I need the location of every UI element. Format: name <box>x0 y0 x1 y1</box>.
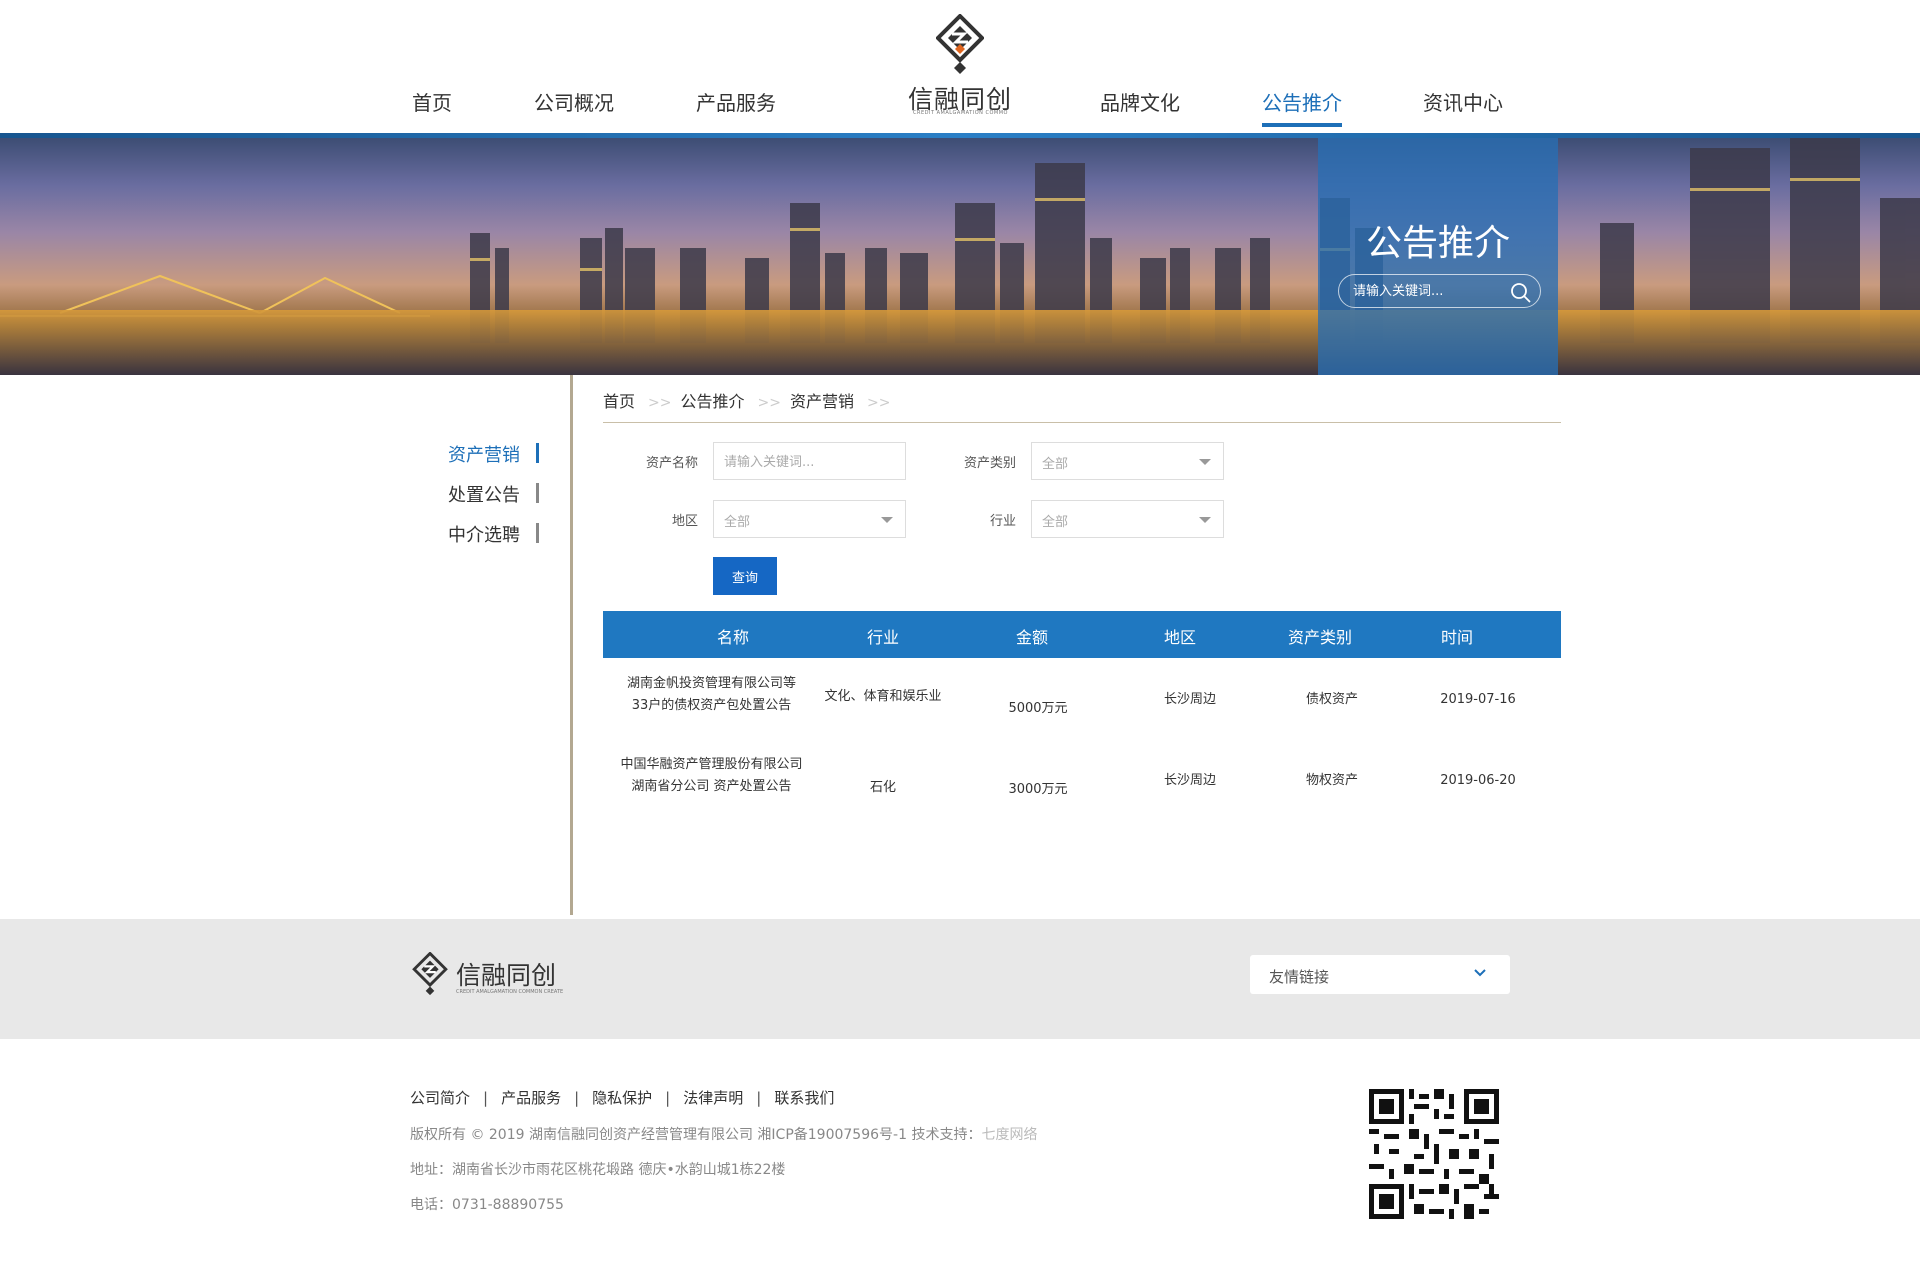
footer-link-legal[interactable]: 法律声明 <box>683 1089 743 1107</box>
chevron-right-icon: >> <box>866 395 891 411</box>
nav-news-center[interactable]: 资讯中心 <box>1423 87 1503 127</box>
phone-text: 电话：0731-88890755 <box>410 1197 564 1213</box>
footer-logo-text: 信融同创 <box>456 961 557 990</box>
row-name-link[interactable]: 湖南金帆投资管理有限公司等33户的债权资产包处置公告 <box>620 673 803 717</box>
chevron-down-icon <box>1474 969 1486 977</box>
footer-links: 公司简介 | 产品服务 | 隐私保护 | 法律声明 | 联系我们 <box>410 1089 835 1107</box>
caret-down-icon <box>881 517 893 523</box>
row-region: 长沙周边 <box>1163 692 1216 707</box>
nav-brand-culture[interactable]: 品牌文化 <box>1100 87 1180 127</box>
breadcrumb-divider <box>603 422 1561 423</box>
nav-announcements[interactable]: 公告推介 <box>1262 87 1342 127</box>
row-name-link[interactable]: 中国华融资产管理股份有限公司湖南省分公司 资产处置公告 <box>620 754 803 798</box>
column-header-asset-type: 资产类别 <box>1287 628 1352 647</box>
nav-company-overview[interactable]: 公司概况 <box>534 87 614 127</box>
sidebar-item-agency-selection[interactable]: 中介选聘 <box>448 521 520 547</box>
row-amount: 5000万元 <box>1008 701 1068 716</box>
row-region: 长沙周边 <box>1163 773 1216 788</box>
address-text: 地址：湖南省长沙市雨花区桃花塅路 德庆•水韵山城1栋22楼 <box>410 1162 786 1178</box>
asset-name-label: 资产名称 <box>645 456 698 471</box>
footer-link-privacy[interactable]: 隐私保护 <box>592 1089 652 1107</box>
chevron-right-icon: >> <box>757 395 781 411</box>
site-logo[interactable]: 信融同创 CREDIT AMALGAMATION COMMON CREATE <box>905 14 1015 120</box>
footer-link-products[interactable]: 产品服务 <box>501 1089 561 1107</box>
banner-search-input[interactable] <box>1353 281 1503 301</box>
asset-type-label: 资产类别 <box>963 456 1016 471</box>
region-value: 全部 <box>724 515 751 530</box>
friend-links-select[interactable]: 友情链接 <box>1250 955 1510 994</box>
breadcrumb: 首页 >> 公告推介 >> 资产营销 >> <box>603 388 899 412</box>
nav-home[interactable]: 首页 <box>412 87 452 127</box>
site-header: 首页 公司概况 产品服务 信融同创 CREDIT AMALGAMATION CO… <box>0 0 1920 135</box>
logo-mark-icon <box>412 952 448 996</box>
nav-products-services[interactable]: 产品服务 <box>696 87 776 127</box>
caret-down-icon <box>1199 517 1211 523</box>
industry-label: 行业 <box>989 514 1016 529</box>
sidebar-active-marker <box>536 443 539 463</box>
sidebar-divider <box>570 375 573 915</box>
sidebar-marker <box>536 523 539 543</box>
asset-name-field <box>713 442 906 480</box>
footer-band <box>0 919 1920 1039</box>
city-skyline-image <box>0 138 1920 375</box>
copyright-line: 版权所有 © 2019 湖南信融同创资产经营管理有限公司 湘ICP备190075… <box>410 1124 1037 1144</box>
footer-logo-subtext: CREDIT AMALGAMATION COMMON CREATE <box>456 989 564 995</box>
banner-panel: 公告推介 <box>1318 138 1558 375</box>
row-industry: 石化 <box>869 780 896 795</box>
industry-value: 全部 <box>1042 515 1069 530</box>
breadcrumb-home[interactable]: 首页 <box>603 392 635 411</box>
column-header-date: 时间 <box>1440 628 1473 647</box>
asset-type-select[interactable]: 全部 <box>1031 442 1224 480</box>
qr-code-image <box>1369 1089 1499 1219</box>
footer-link-contact[interactable]: 联系我们 <box>774 1089 834 1107</box>
copyright-text: 版权所有 © 2019 湖南信融同创资产经营管理有限公司 湘ICP备190075… <box>410 1127 982 1143</box>
search-icon[interactable] <box>1509 281 1533 303</box>
tech-support-link[interactable]: 七度网络 <box>981 1127 1037 1143</box>
row-date: 2019-07-16 <box>1440 692 1516 707</box>
banner-title: 公告推介 <box>1365 223 1510 264</box>
chevron-right-icon: >> <box>648 395 672 411</box>
asset-type-value: 全部 <box>1042 457 1069 472</box>
column-header-amount: 金额 <box>1015 628 1048 647</box>
banner-search-box <box>1338 274 1541 308</box>
region-select[interactable]: 全部 <box>713 500 906 538</box>
sidebar-item-asset-marketing[interactable]: 资产营销 <box>448 441 520 467</box>
column-header-region: 地区 <box>1163 628 1196 647</box>
row-asset-type: 物权资产 <box>1305 773 1358 788</box>
industry-select[interactable]: 全部 <box>1031 500 1224 538</box>
breadcrumb-announcements[interactable]: 公告推介 <box>680 392 744 411</box>
column-header-industry: 行业 <box>866 628 899 647</box>
banner: 公告推介 <box>0 138 1920 375</box>
asset-name-input[interactable] <box>724 452 894 472</box>
logo-subtext: CREDIT AMALGAMATION COMMON CREATE <box>913 110 1008 116</box>
footer-logo[interactable]: 信融同创 CREDIT AMALGAMATION COMMON CREATE <box>412 952 564 1000</box>
sidebar-marker <box>536 483 539 503</box>
region-label: 地区 <box>671 514 698 529</box>
friend-links-label: 友情链接 <box>1269 968 1330 986</box>
caret-down-icon <box>1199 459 1211 465</box>
column-header-name: 名称 <box>716 628 749 647</box>
query-button[interactable]: 查询 <box>713 557 777 595</box>
sidebar-item-disposal-notice[interactable]: 处置公告 <box>448 481 520 507</box>
logo-mark-icon <box>936 14 984 74</box>
row-date: 2019-06-20 <box>1440 773 1516 788</box>
footer-link-company-intro[interactable]: 公司简介 <box>410 1089 470 1107</box>
row-industry: 文化、体育和娱乐业 <box>824 689 942 704</box>
table-header: 名称 行业 金额 地区 资产类别 时间 <box>603 611 1561 658</box>
row-amount: 3000万元 <box>1008 782 1068 797</box>
row-asset-type: 债权资产 <box>1305 692 1358 707</box>
breadcrumb-asset-marketing[interactable]: 资产营销 <box>790 392 854 411</box>
